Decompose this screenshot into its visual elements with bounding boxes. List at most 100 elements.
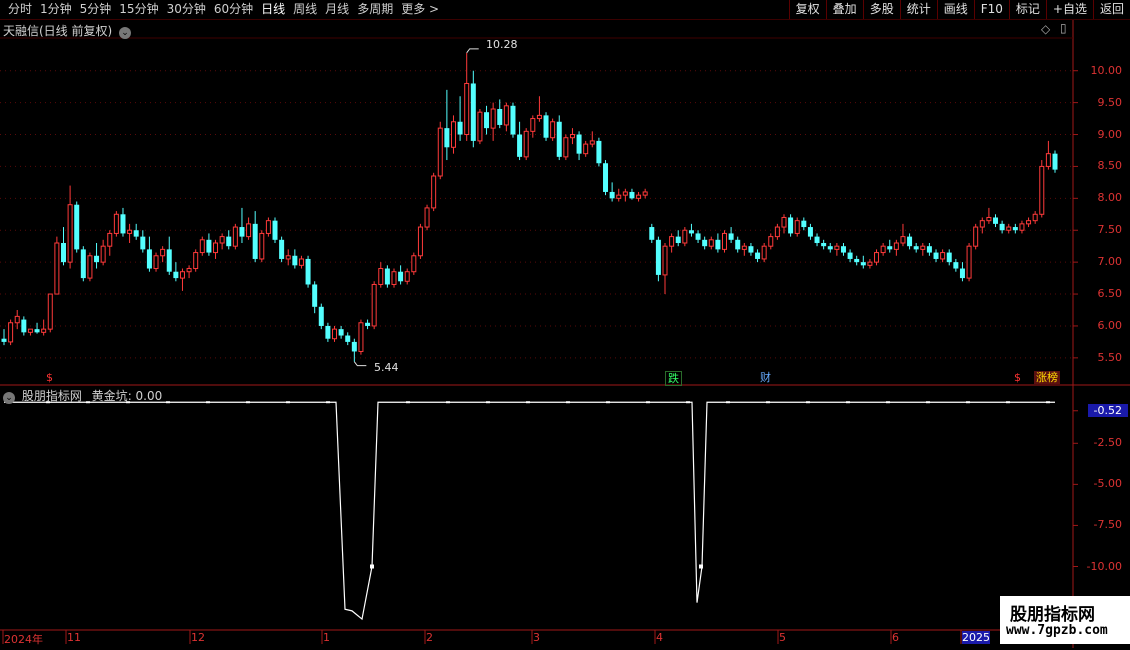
candle-body — [655, 239, 661, 275]
candle-body — [285, 255, 291, 260]
candle-body — [1, 338, 7, 342]
price-axis-label: 6.00 — [1097, 318, 1123, 332]
candle-body — [484, 112, 490, 129]
indicator-axis-label: -7.50 — [1093, 518, 1122, 532]
price-axis-label: 6.50 — [1097, 287, 1123, 301]
candle-body — [41, 328, 47, 333]
candle-body — [312, 284, 318, 307]
candle-body — [536, 114, 542, 120]
candle-body — [67, 204, 73, 263]
candle-body — [497, 109, 503, 125]
indicator-panel-title: ⌄ 股朋指标网 黄金坑: 0.00 — [3, 387, 162, 404]
candle-body — [966, 245, 972, 279]
indicator-axis-label: -5.00 — [1093, 477, 1122, 491]
candle-body — [417, 226, 423, 257]
event-tag-dollar[interactable]: $ — [44, 371, 55, 384]
candle-body — [232, 226, 238, 247]
indicator-current-value: 0.00 — [135, 389, 163, 403]
window-toggle-icon[interactable]: ▯ — [1060, 21, 1067, 35]
candle-body — [173, 271, 179, 279]
candle-body — [913, 246, 919, 250]
candle-body — [1006, 226, 1012, 231]
indicator-marker — [686, 401, 690, 404]
candle-body — [74, 204, 80, 250]
event-tag-dollar-2[interactable]: $ — [1012, 371, 1023, 384]
price-axis-label: 8.50 — [1097, 159, 1123, 173]
indicator-marker — [846, 401, 850, 404]
date-axis-label: 6 — [892, 631, 899, 644]
price-axis-label: 5.50 — [1097, 350, 1123, 364]
date-axis-label: 5 — [779, 631, 786, 644]
indicator-marker — [526, 401, 530, 404]
candle-body — [431, 175, 437, 209]
event-tag-fall[interactable]: 跌 — [665, 371, 682, 386]
candle-body — [265, 220, 271, 234]
indicator-marker — [286, 401, 290, 404]
candle-body — [596, 140, 602, 164]
date-axis-label: 12 — [191, 631, 205, 644]
chevron-down-icon[interactable]: ⌄ — [3, 392, 15, 404]
candle-body — [748, 246, 754, 253]
candle-body — [398, 271, 404, 282]
candle-body — [900, 236, 906, 244]
candle-body — [338, 329, 344, 336]
candle-body — [708, 239, 714, 247]
candle-body — [351, 341, 357, 352]
candle-body — [973, 226, 979, 247]
candle-body — [21, 319, 27, 333]
candle-body — [801, 220, 807, 228]
candle-body — [100, 245, 106, 263]
candle-body — [979, 220, 985, 228]
candle-body — [206, 239, 212, 253]
candle-body — [378, 268, 384, 285]
candle-body — [768, 236, 774, 247]
candle-body — [616, 194, 622, 199]
event-tag-rise-list[interactable]: 涨榜 — [1034, 371, 1060, 384]
candle-body — [556, 121, 562, 157]
candle-body — [8, 322, 14, 343]
date-axis-label: 3 — [533, 631, 540, 644]
indicator-marker — [886, 401, 890, 404]
candle-body — [404, 271, 410, 282]
candle-body — [358, 322, 364, 352]
chevron-down-icon[interactable]: ⌄ — [119, 27, 132, 39]
candle-body — [80, 249, 86, 279]
candle-body — [636, 194, 642, 199]
candle-body — [365, 322, 371, 326]
candle-body — [1032, 213, 1038, 222]
candle-body — [887, 246, 893, 250]
candle-body — [1045, 153, 1051, 167]
candle-body — [622, 191, 628, 196]
watermark-line2: www.7gpzb.com — [1006, 623, 1108, 638]
indicator-marker — [606, 401, 610, 404]
candle-body — [1052, 153, 1058, 170]
candle-body — [589, 140, 595, 145]
candle-body — [576, 134, 582, 154]
high-marker-line — [466, 48, 479, 54]
candle-body — [146, 249, 152, 269]
candle-body — [1012, 227, 1018, 231]
date-axis-label: 2 — [426, 631, 433, 644]
candle-body — [298, 258, 304, 266]
candle-body — [569, 134, 575, 139]
candle-body — [279, 239, 285, 259]
indicator-dip-marker — [370, 564, 374, 569]
diamond-icon[interactable]: ◇ — [1041, 22, 1050, 36]
candle-body — [437, 127, 443, 177]
indicator-marker — [646, 401, 650, 404]
low-marker-line — [353, 361, 367, 367]
stock-chart[interactable] — [0, 0, 1130, 650]
candle-body — [219, 236, 225, 244]
candle-body — [543, 115, 549, 138]
candle-body — [186, 268, 192, 273]
event-tag-finance[interactable]: 财 — [758, 371, 773, 384]
candle-body — [946, 252, 952, 263]
date-axis-label: 11 — [67, 631, 81, 644]
candle-body — [840, 246, 846, 253]
date-axis-label: 2024年 — [4, 633, 43, 646]
stock-title: 天融信(日线 前复权) — [3, 24, 113, 38]
candle-body — [47, 293, 53, 330]
candle-body — [959, 268, 965, 279]
indicator-marker — [726, 401, 730, 404]
indicator-series-name: 黄金坑 — [91, 389, 128, 403]
